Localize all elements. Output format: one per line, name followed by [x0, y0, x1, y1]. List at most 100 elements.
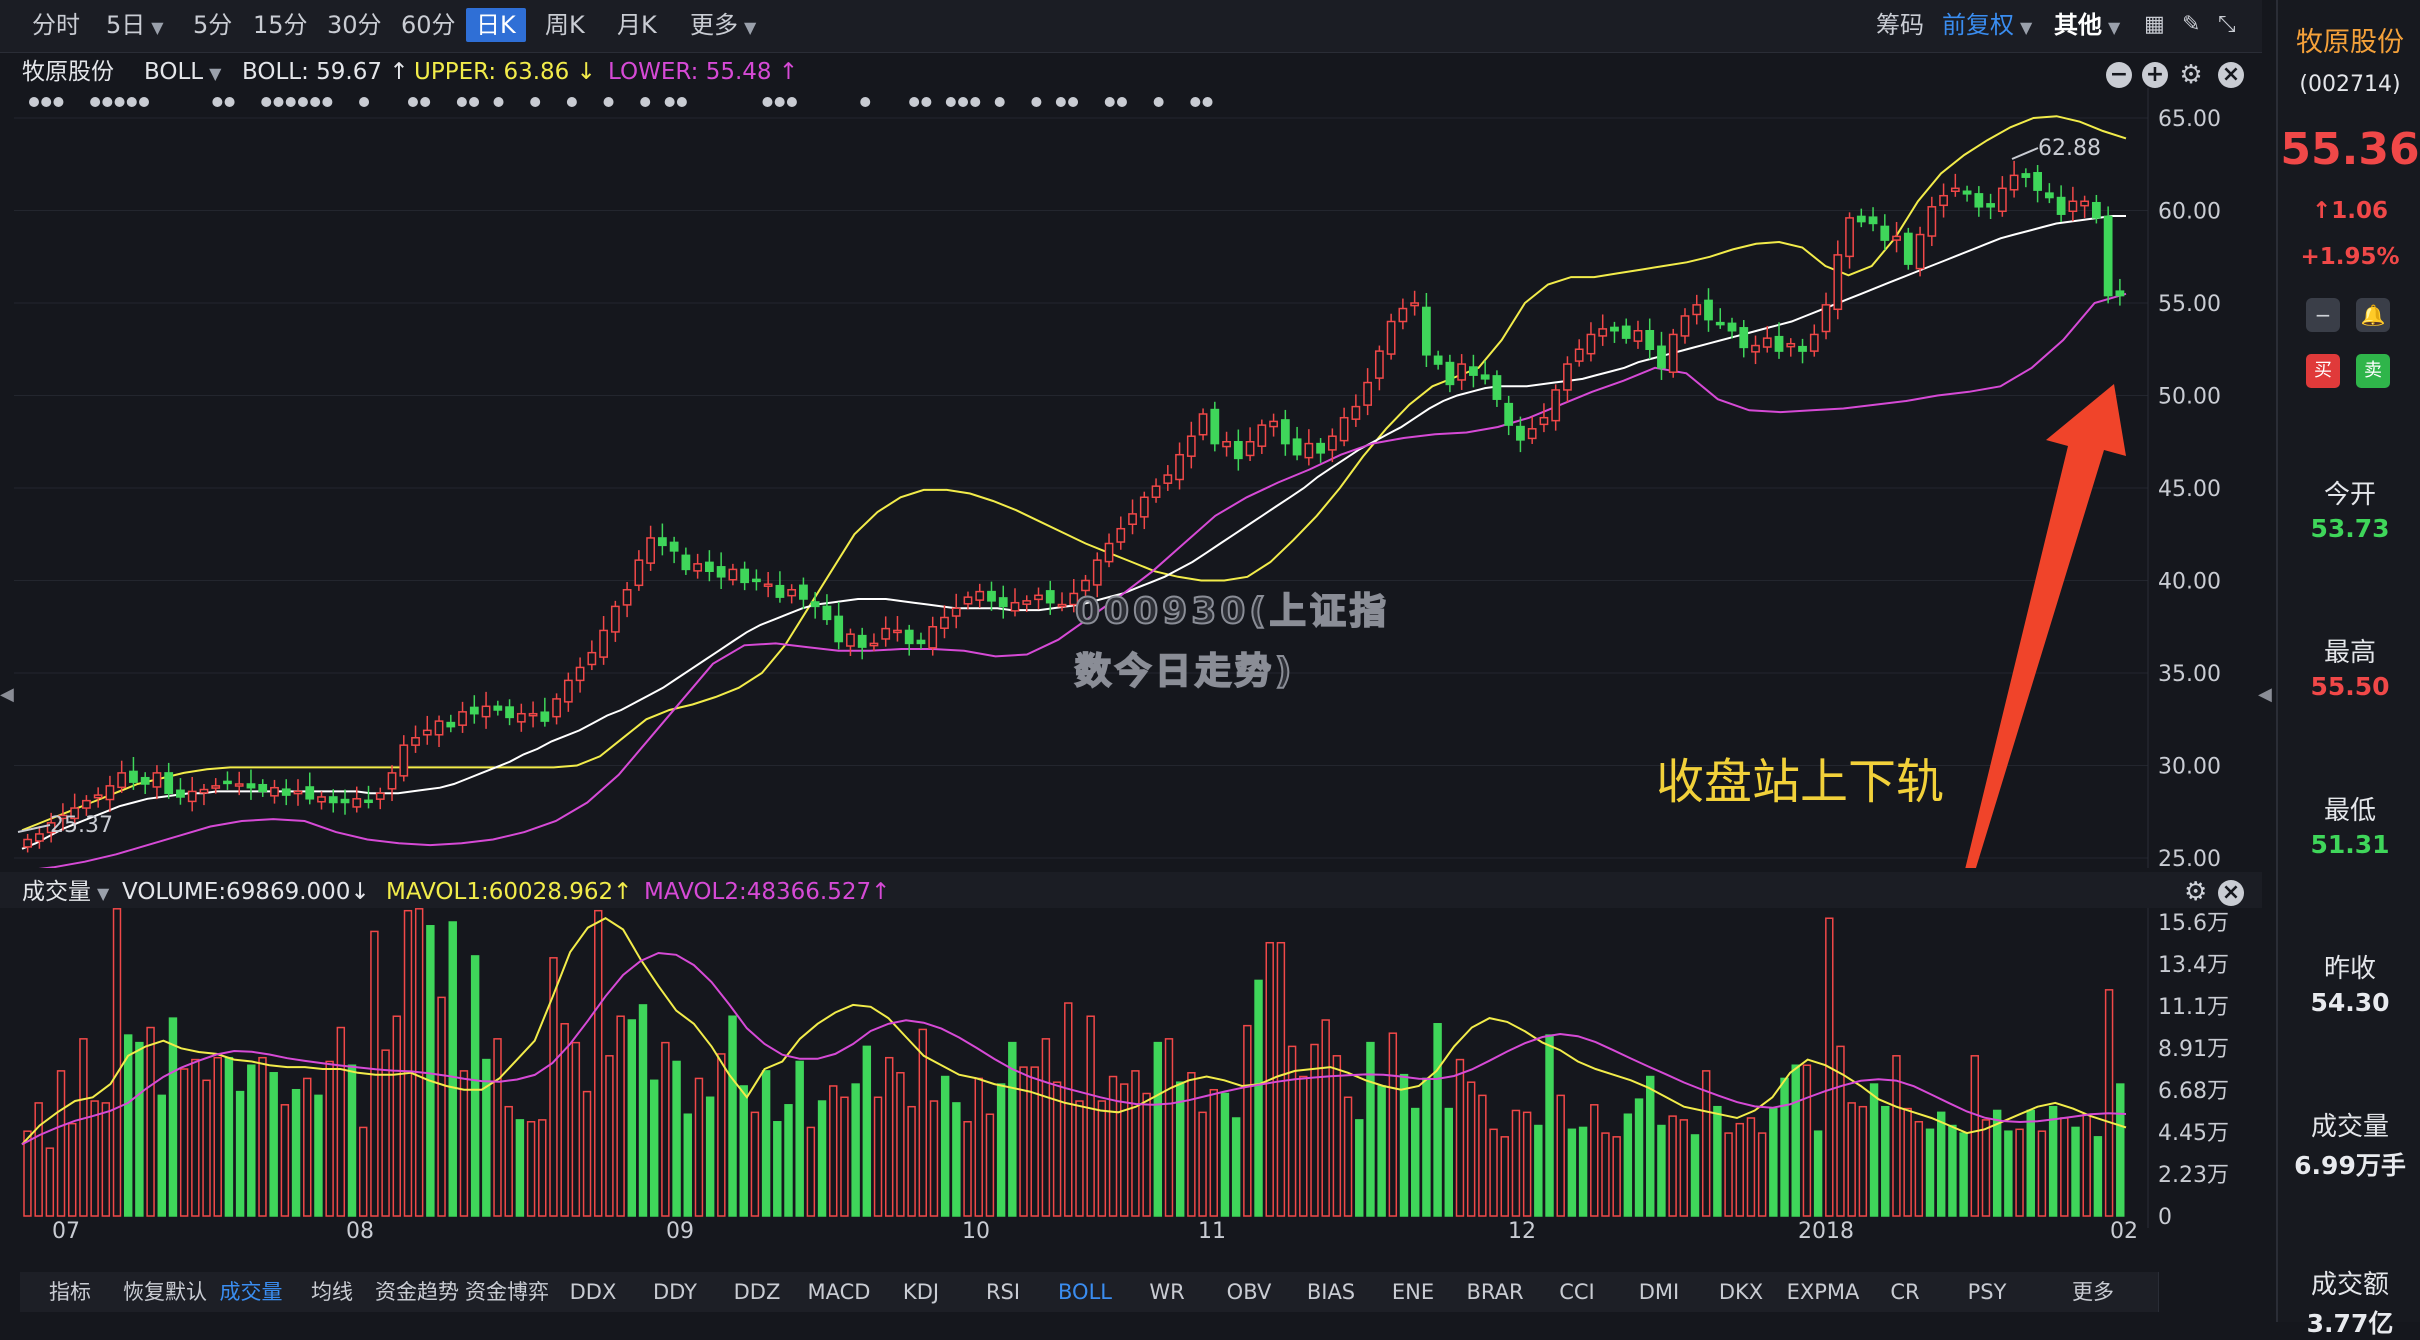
upper-value: UPPER: 63.86 ↓: [414, 59, 596, 85]
candle-body: [622, 589, 632, 606]
tab-14[interactable]: OBV: [1208, 1272, 1291, 1312]
candle-body: [575, 666, 585, 682]
gear-icon[interactable]: ⚙: [2178, 62, 2204, 88]
volume-selector[interactable]: 成交量 ▼: [22, 876, 109, 908]
volume-bar: [146, 1026, 155, 1217]
candle-body: [1327, 435, 1337, 451]
period-more[interactable]: 更多 ▼: [690, 8, 756, 42]
tab-21[interactable]: EXPMA: [1782, 1272, 1865, 1312]
candle-body: [1057, 603, 1067, 608]
volume-bar: [1623, 1113, 1633, 1217]
tab-10[interactable]: KDJ: [880, 1272, 963, 1312]
event-dot: [297, 97, 308, 107]
tab-19[interactable]: DMI: [1618, 1272, 1701, 1312]
volume-bar: [1590, 1104, 1599, 1217]
volume-bar: [1355, 1119, 1364, 1217]
candle-body: [481, 705, 491, 718]
gear-icon[interactable]: ⚙: [2184, 876, 2207, 908]
plus-circle-icon[interactable]: +: [2142, 62, 2168, 88]
tab-4[interactable]: 资金趋势: [372, 1272, 463, 1312]
volume-bar: [1869, 1083, 1879, 1217]
tab-11[interactable]: RSI: [962, 1272, 1045, 1312]
period-weekly-k[interactable]: 周K: [545, 8, 585, 42]
volume-bar: [1041, 1038, 1051, 1217]
tab-7[interactable]: DDY: [634, 1272, 717, 1312]
tab-17[interactable]: BRAR: [1454, 1272, 1537, 1312]
period-monthly-k[interactable]: 月K: [617, 8, 657, 42]
volume-bar: [952, 1102, 961, 1217]
volume-bar: [1310, 1043, 1319, 1217]
period-5min[interactable]: 5分: [193, 8, 232, 42]
tab-16[interactable]: ENE: [1372, 1272, 1455, 1312]
stat-label: 最高: [2323, 638, 2376, 668]
pen-icon[interactable]: ✎: [2182, 8, 2200, 42]
candle-body: [2021, 173, 2031, 178]
tab-20[interactable]: DKX: [1700, 1272, 1783, 1312]
event-dot: [126, 97, 137, 107]
volume-bar: [672, 1060, 681, 1217]
chevron-down-icon: ▼: [151, 18, 164, 37]
tab-8[interactable]: DDZ: [716, 1272, 799, 1312]
grid-layout-icon[interactable]: ▦: [2144, 8, 2165, 42]
event-dot: [420, 97, 431, 107]
volume-bar: [1209, 1088, 1218, 1217]
volume-chart[interactable]: 15.6万 13.4万 11.1万 8.91万 6.68万 4.45万 2.23万 0 07 0…: [0, 908, 2262, 1240]
volume-bar: [1366, 1041, 1375, 1217]
volume-bar: [213, 1056, 222, 1217]
panel-stock-code: (002714): [2299, 72, 2401, 97]
close-icon[interactable]: ×: [2218, 62, 2244, 88]
volume-bar: [705, 1096, 715, 1217]
tab-12[interactable]: BOLL: [1044, 1272, 1127, 1312]
adjust-dropdown[interactable]: 前复权 ▼: [1942, 8, 2032, 42]
tab-6[interactable]: DDX: [552, 1272, 635, 1312]
volume-value: VOLUME:69869.000↓: [122, 879, 370, 905]
volume-bar: [358, 1126, 368, 1217]
tab-9[interactable]: MACD: [798, 1272, 881, 1312]
candle-body: [634, 559, 644, 587]
period-fenshi[interactable]: 分时: [32, 8, 80, 42]
period-60min[interactable]: 60分: [401, 8, 456, 42]
volume-bar: [1724, 1132, 1733, 1217]
tab-3[interactable]: 均线: [292, 1272, 373, 1312]
period-daily-k[interactable]: 日K: [466, 8, 526, 42]
tab-24[interactable]: 更多: [2028, 1272, 2159, 1312]
volume-bar: [851, 1083, 860, 1217]
tab-1[interactable]: 恢复默认: [120, 1272, 211, 1312]
period-5day[interactable]: 5日 ▼: [106, 8, 164, 42]
collapse-right-icon[interactable]: ◀: [2258, 684, 2272, 705]
candle-body: [1245, 441, 1255, 457]
tab-2[interactable]: 成交量: [210, 1272, 293, 1312]
collapse-left-icon[interactable]: ◀: [0, 684, 14, 705]
candle-body: [1950, 187, 1960, 193]
remove-watch-icon[interactable]: −: [2306, 298, 2340, 332]
volume-bar: [1086, 1015, 1095, 1217]
close-icon[interactable]: ×: [2218, 880, 2244, 906]
chips-button[interactable]: 筹码: [1876, 8, 1924, 42]
bell-icon[interactable]: 🔔: [2356, 298, 2390, 332]
tab-0[interactable]: 指标: [20, 1272, 121, 1312]
volume-bar: [1299, 1075, 1308, 1217]
event-dot: [664, 97, 675, 107]
volume-bar: [1433, 1023, 1442, 1217]
candle-body: [1739, 327, 1749, 349]
volume-bar: [594, 909, 603, 1217]
indicator-selector[interactable]: BOLL ▼: [144, 56, 221, 88]
period-30min[interactable]: 30分: [327, 8, 382, 42]
tab-22[interactable]: CR: [1864, 1272, 1947, 1312]
volume-bar: [739, 1085, 748, 1217]
minus-circle-icon[interactable]: −: [2106, 62, 2132, 88]
event-dot: [640, 97, 651, 107]
tab-5[interactable]: 资金博弈: [462, 1272, 553, 1312]
sell-button[interactable]: 卖: [2356, 354, 2390, 388]
price-change: ↑1.06: [2311, 198, 2389, 224]
other-dropdown[interactable]: 其他 ▼: [2054, 8, 2120, 42]
tab-23[interactable]: PSY: [1946, 1272, 2029, 1312]
tab-18[interactable]: CCI: [1536, 1272, 1619, 1312]
period-15min[interactable]: 15分: [253, 8, 308, 42]
tab-13[interactable]: WR: [1126, 1272, 1209, 1312]
candle-body: [493, 705, 503, 711]
volume-bar: [538, 1119, 547, 1217]
buy-button[interactable]: 买: [2306, 354, 2340, 388]
fullscreen-icon[interactable]: ⤡: [2218, 8, 2236, 42]
tab-15[interactable]: BIAS: [1290, 1272, 1373, 1312]
